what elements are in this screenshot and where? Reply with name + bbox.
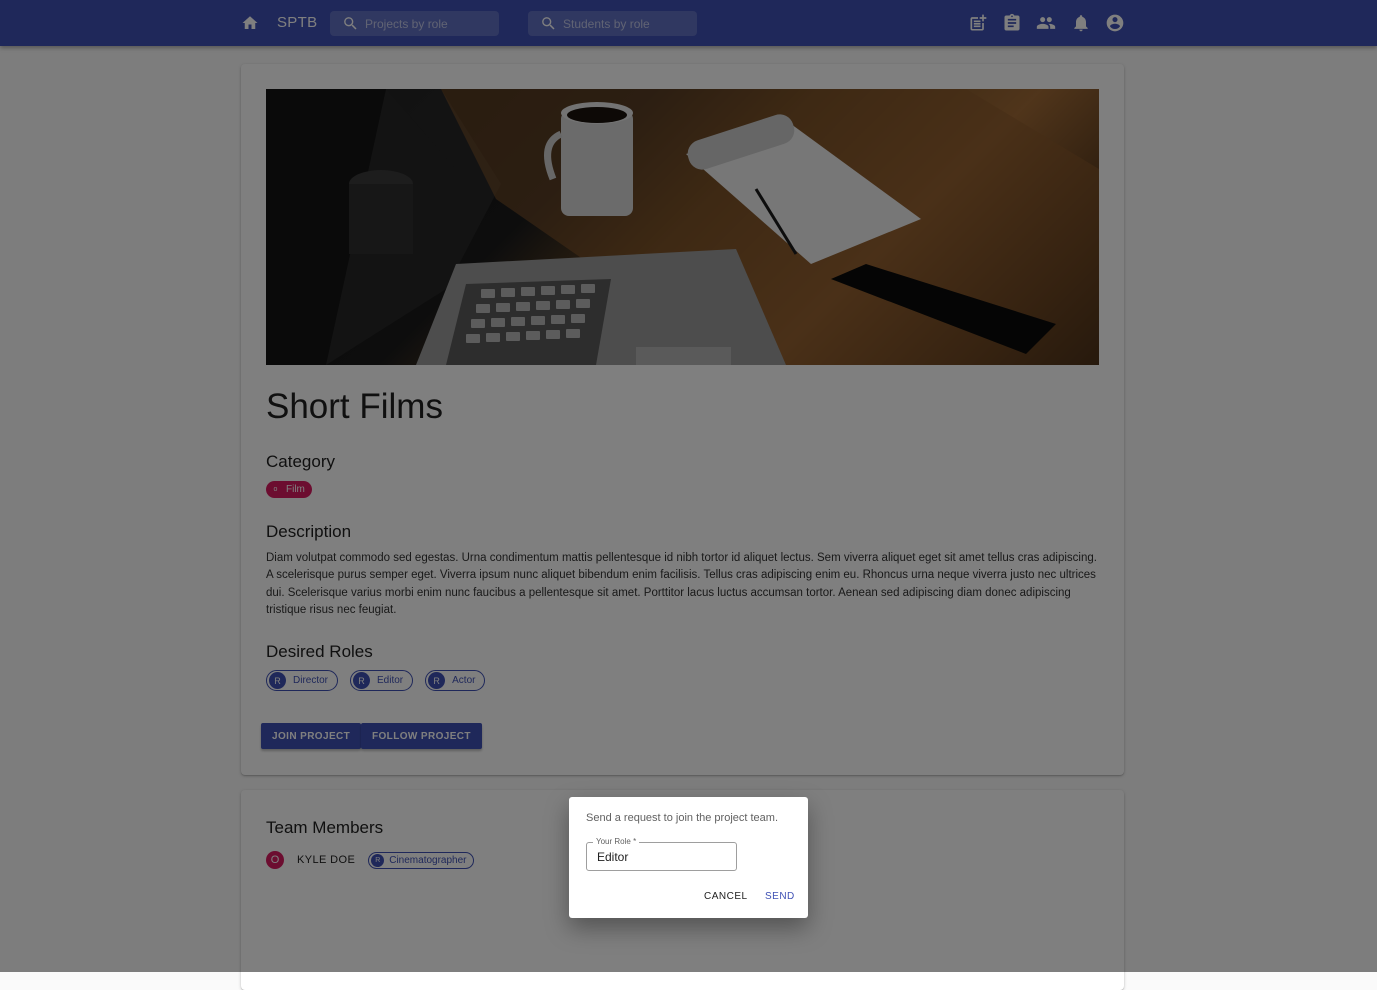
role-field-label: Your Role *: [593, 837, 640, 847]
send-button[interactable]: SEND: [765, 891, 795, 902]
cancel-button[interactable]: CANCEL: [704, 891, 748, 902]
join-request-dialog: Send a request to join the project team.…: [569, 797, 808, 918]
dialog-message: Send a request to join the project team.: [586, 812, 779, 824]
role-field[interactable]: Your Role *: [586, 837, 737, 871]
role-input[interactable]: [597, 848, 729, 865]
